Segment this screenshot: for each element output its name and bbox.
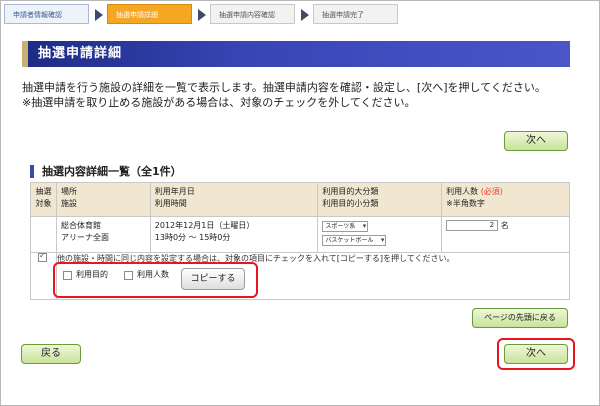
step-applicant-confirm: 申請者情報確認: [4, 4, 103, 24]
copy-button[interactable]: コピーする: [181, 268, 245, 290]
header-date-line2: 利用時間: [154, 199, 187, 208]
step-lottery-details: 抽選申請詳細: [107, 4, 206, 24]
step-label: 抽選申請詳細: [116, 11, 158, 19]
step-content-confirm: 抽選申請内容確認: [210, 4, 309, 24]
step-arrow-icon: [198, 9, 206, 21]
section-title: 抽選内容詳細一覧（全1件）: [30, 165, 182, 178]
header-date-line1: 利用年月日: [154, 187, 195, 196]
page-title: 抽選申請詳細: [38, 46, 123, 61]
back-button[interactable]: 戻る: [21, 344, 81, 364]
step-complete: 抽選申請完了: [313, 4, 398, 24]
step-label: 抽選申請内容確認: [219, 11, 275, 19]
header-people-line1: 利用人数 (必須): [446, 186, 565, 198]
step-label: 抽選申請完了: [322, 11, 364, 19]
facility-name: アリーナ全面: [60, 233, 109, 242]
copy-option-people[interactable]: 利用人数: [124, 270, 169, 280]
people-input[interactable]: 2: [446, 220, 499, 231]
header-target: 抽選 対象: [30, 182, 57, 217]
next-button-bottom[interactable]: 次へ: [504, 344, 568, 364]
header-target-line2: 対象: [35, 199, 52, 208]
page-title-bar: 抽選申請詳細: [22, 41, 570, 67]
header-place-line1: 場所: [60, 187, 77, 196]
purpose-checkbox-label: 利用目的: [76, 270, 108, 279]
purpose-major-select[interactable]: スポーツ系: [322, 221, 369, 232]
header-people-label: 利用人数: [446, 187, 479, 196]
intro-text: 抽選申請を行う施設の詳細を一覧で表示します。抽選申請内容を確認・設定し、[次へ]…: [22, 80, 582, 110]
target-checkbox-wrap: [38, 250, 47, 263]
people-checkbox[interactable]: [124, 270, 133, 280]
header-purpose-line1: 利用目的大分類: [322, 187, 379, 196]
header-place: 場所 施設: [55, 182, 151, 217]
header-purpose-line2: 利用目的小分類: [322, 199, 379, 208]
use-time: 13時0分 〜 15時0分: [154, 233, 231, 242]
copy-option-purpose[interactable]: 利用目的: [63, 270, 108, 280]
header-place-line2: 施設: [60, 199, 77, 208]
intro-line-1: 抽選申請を行う施設の詳細を一覧で表示します。抽選申請内容を確認・設定し、[次へ]…: [22, 81, 546, 94]
people-unit: 名: [500, 221, 509, 230]
step-arrow-icon: [95, 9, 103, 21]
header-target-line1: 抽選: [35, 187, 52, 196]
header-date: 利用年月日 利用時間: [149, 182, 319, 217]
step-label: 申請者情報確認: [13, 11, 62, 19]
required-mark: (必須): [480, 187, 503, 196]
progress-steps: 申請者情報確認 抽選申請詳細 抽選申請内容確認 抽選申請完了: [4, 3, 416, 25]
target-checkbox[interactable]: [38, 251, 47, 262]
lottery-detail-table: 抽選 対象 場所 施設 利用年月日 利用時間 利用目的大分類 利用目的小分類 利…: [30, 182, 570, 253]
step-arrow-icon: [301, 9, 309, 21]
next-button-top[interactable]: 次へ: [504, 131, 568, 151]
purpose-minor-select[interactable]: バスケットボール: [322, 235, 387, 246]
purpose-checkbox[interactable]: [63, 270, 72, 280]
page-top-button[interactable]: ページの先頭に戻る: [472, 308, 568, 328]
people-checkbox-label: 利用人数: [137, 270, 169, 279]
place-name: 総合体育館: [60, 221, 101, 230]
header-people-line2: ※半角数字: [446, 199, 485, 208]
header-people: 利用人数 (必須) ※半角数字: [441, 182, 570, 217]
header-purpose: 利用目的大分類 利用目的小分類: [317, 182, 443, 217]
table-header-row: 抽選 対象 場所 施設 利用年月日 利用時間 利用目的大分類 利用目的小分類 利…: [30, 182, 570, 217]
use-date: 2012年12月1日（土曜日）: [154, 221, 255, 230]
intro-line-2: ※抽選申請を取り止める施設がある場合は、対象のチェックを外してください。: [22, 96, 416, 109]
